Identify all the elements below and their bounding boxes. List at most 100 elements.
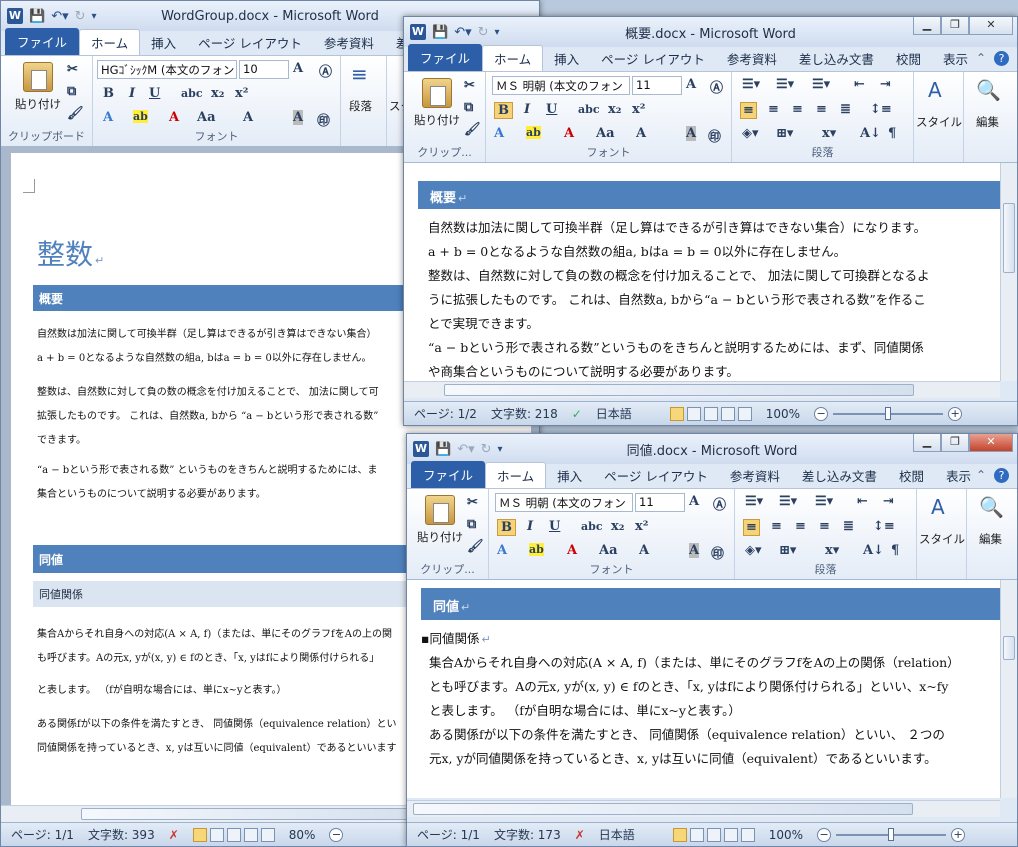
- draft-icon[interactable]: [737, 406, 752, 421]
- page-count[interactable]: ページ: 1/1: [11, 826, 74, 843]
- customize-qat-icon[interactable]: ▾: [498, 444, 503, 455]
- tab-file[interactable]: ファイル: [411, 461, 486, 488]
- font-name-combo[interactable]: ＭＳ 明朝 (本文のフォン: [495, 493, 633, 512]
- format-painter-icon[interactable]: 🖌: [467, 539, 484, 554]
- vertical-scrollbar[interactable]: [1000, 580, 1017, 798]
- minimize-button[interactable]: ▁: [913, 17, 941, 35]
- tab-insert[interactable]: 挿入: [140, 30, 187, 55]
- bullets-icon[interactable]: ☰▾: [742, 77, 760, 92]
- scroll-thumb[interactable]: [444, 384, 914, 396]
- zoom-out-icon[interactable]: −: [329, 827, 344, 842]
- find-icon[interactable]: 🔍: [976, 78, 1001, 102]
- draft-icon[interactable]: [740, 827, 755, 842]
- line-spacing-icon[interactable]: ↕≡: [873, 519, 895, 534]
- title-bar[interactable]: W 💾 ↶▾ ↻ ▾ 概要.docx - Microsoft Word ▁ ❐ …: [404, 17, 1017, 47]
- scroll-thumb[interactable]: [413, 803, 913, 815]
- change-case-icon[interactable]: Aa: [596, 126, 615, 141]
- proofing-icon[interactable]: ✗: [169, 828, 179, 842]
- align-right-icon[interactable]: ≡: [795, 519, 806, 534]
- print-layout-icon[interactable]: [192, 827, 207, 842]
- word-logo-icon[interactable]: W: [7, 8, 23, 24]
- print-layout-icon[interactable]: [669, 406, 684, 421]
- word-logo-icon[interactable]: W: [410, 24, 426, 40]
- superscript-icon[interactable]: x²: [635, 519, 648, 534]
- restore-button[interactable]: ❐: [941, 17, 969, 35]
- paste-label[interactable]: 貼り付け: [417, 529, 463, 545]
- font-name-combo[interactable]: HGｺﾞｼｯｸM (本文のフォン: [97, 60, 237, 79]
- tab-mailings[interactable]: 差し込み文書: [791, 463, 888, 488]
- shading-icon[interactable]: ◈▾: [742, 126, 759, 141]
- shrink-font-icon[interactable]: A: [639, 543, 649, 558]
- cut-icon[interactable]: ✂: [467, 495, 478, 510]
- window-equivalence[interactable]: W 💾 ↶▾ ↻ ▾ 同値.docx - Microsoft Word ▁ ❐ …: [406, 433, 1018, 847]
- sort-icon[interactable]: A↓: [863, 543, 884, 558]
- strikethrough-icon[interactable]: abc: [578, 103, 600, 116]
- tab-home[interactable]: ホーム: [485, 462, 547, 488]
- proofing-icon[interactable]: ✓: [572, 407, 582, 421]
- word-count[interactable]: 文字数: 173: [494, 826, 561, 843]
- cut-icon[interactable]: ✂: [464, 78, 475, 93]
- paste-label[interactable]: 貼り付け: [414, 112, 460, 128]
- find-icon[interactable]: 🔍: [979, 495, 1004, 519]
- shrink-font-icon[interactable]: A: [636, 126, 646, 141]
- zoom-out-icon[interactable]: −: [814, 406, 829, 421]
- scroll-thumb[interactable]: [81, 808, 421, 820]
- paste-icon[interactable]: [23, 62, 53, 92]
- minimize-ribbon-icon[interactable]: ⌃: [976, 51, 986, 66]
- clear-format-icon[interactable]: Ⓐ: [319, 61, 332, 80]
- tab-references[interactable]: 参考資料: [716, 46, 788, 71]
- underline-icon[interactable]: U: [549, 519, 560, 534]
- line-spacing-icon[interactable]: ↕≡: [870, 102, 892, 117]
- character-shading-icon[interactable]: A: [686, 126, 697, 141]
- title-bar[interactable]: W 💾 ↶▾ ↻ ▾ 同値.docx - Microsoft Word ▁ ❐ …: [407, 434, 1017, 464]
- subscript-icon[interactable]: x₂: [211, 86, 224, 101]
- asian-layout-icon[interactable]: ⅹ▾: [822, 126, 836, 141]
- print-layout-icon[interactable]: [672, 827, 687, 842]
- zoom-slider[interactable]: − +: [814, 406, 963, 421]
- bullets-icon[interactable]: ☰▾: [745, 494, 763, 509]
- multilevel-list-icon[interactable]: ☰▾: [815, 494, 833, 509]
- zoom-out-icon[interactable]: −: [817, 827, 832, 842]
- numbering-icon[interactable]: ☰▾: [776, 77, 794, 92]
- text-effects-icon[interactable]: A: [494, 126, 504, 141]
- horizontal-scrollbar[interactable]: [407, 800, 1000, 817]
- increase-indent-icon[interactable]: ⇥: [883, 494, 894, 509]
- tab-review[interactable]: 校閲: [885, 46, 932, 71]
- distributed-icon[interactable]: ≣: [840, 102, 851, 117]
- copy-icon[interactable]: ⧉: [464, 100, 473, 115]
- format-painter-icon[interactable]: 🖌: [464, 122, 481, 137]
- zoom-thumb[interactable]: [885, 406, 892, 420]
- redo-icon[interactable]: ↻: [478, 25, 489, 40]
- subscript-icon[interactable]: x₂: [608, 102, 621, 117]
- zoom-in-icon[interactable]: +: [951, 827, 966, 842]
- outline-icon[interactable]: [723, 827, 738, 842]
- word-count[interactable]: 文字数: 218: [491, 405, 558, 422]
- paste-label[interactable]: 貼り付け: [15, 96, 61, 112]
- change-case-icon[interactable]: Aa: [197, 110, 216, 125]
- zoom-level[interactable]: 100%: [769, 828, 803, 842]
- strikethrough-icon[interactable]: abc: [181, 87, 203, 100]
- edit-label[interactable]: 編集: [979, 531, 1002, 547]
- clear-format-icon[interactable]: Ⓐ: [710, 77, 723, 96]
- close-button[interactable]: ✕: [969, 434, 1013, 452]
- enclose-char-icon[interactable]: ㊞: [711, 543, 724, 562]
- web-layout-icon[interactable]: [703, 406, 718, 421]
- redo-icon[interactable]: ↻: [75, 9, 86, 24]
- word-count[interactable]: 文字数: 393: [88, 826, 155, 843]
- font-size-combo[interactable]: 11: [632, 76, 682, 95]
- tab-page-layout[interactable]: ページ レイアウト: [590, 46, 716, 71]
- superscript-icon[interactable]: x²: [235, 86, 248, 101]
- font-size-combo[interactable]: 11: [635, 493, 685, 512]
- clear-format-icon[interactable]: Ⓐ: [713, 494, 726, 513]
- styles-label[interactable]: スタイル: [919, 531, 965, 547]
- align-center-icon[interactable]: ≡: [768, 102, 779, 117]
- outline-icon[interactable]: [243, 827, 258, 842]
- strikethrough-icon[interactable]: abc: [581, 520, 603, 533]
- subscript-icon[interactable]: x₂: [611, 519, 624, 534]
- paragraph-icon[interactable]: ≡: [351, 62, 368, 86]
- zoom-thumb[interactable]: [888, 827, 895, 841]
- full-screen-icon[interactable]: [689, 827, 704, 842]
- full-screen-icon[interactable]: [209, 827, 224, 842]
- zoom-slider[interactable]: − +: [817, 827, 966, 842]
- show-marks-icon[interactable]: ¶: [888, 126, 896, 141]
